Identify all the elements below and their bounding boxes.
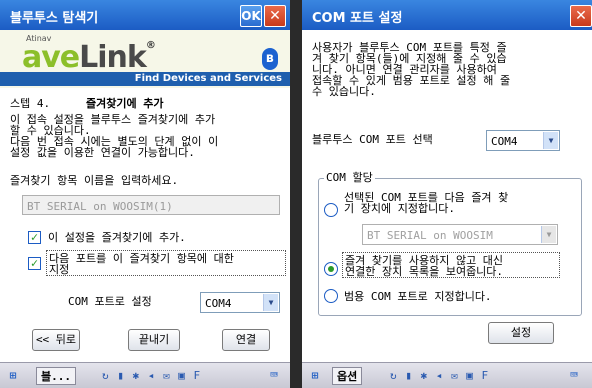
- assign-port-checkbox[interactable]: ✓: [28, 257, 41, 270]
- assign-port-label-line-2: 지정: [49, 263, 70, 276]
- connect-button[interactable]: 연결: [222, 329, 270, 351]
- assign-port-label-line-1: 다음 포트를 이 즐겨찾기 항목에 대한: [49, 252, 234, 265]
- close-button[interactable]: ✕: [570, 5, 592, 27]
- title-bar: 블루투스 탐색기 OK ✕: [0, 0, 290, 30]
- start-icon[interactable]: ⊞: [306, 367, 324, 385]
- radio-assign-favorite-line-2: 기 장치에 지정합니다.: [344, 202, 455, 215]
- banner-tagline: Find Devices and Services: [0, 72, 290, 86]
- radio-generic-port[interactable]: [324, 289, 338, 303]
- chevron-down-icon: ▼: [543, 132, 558, 149]
- radio-show-device-list-label-box: 즐겨 찾기를 사용하지 않고 대신 연결한 장치 목록을 보여줍니다.: [342, 252, 560, 278]
- radio-assign-favorite[interactable]: [324, 203, 338, 217]
- finish-button[interactable]: 끝내기: [128, 329, 180, 351]
- com-assignment-label: COM 할당: [324, 171, 375, 184]
- assign-port-label-box: 다음 포트를 이 즐겨찾기 항목에 대한 지정: [46, 250, 286, 276]
- chevron-down-icon: ▼: [541, 226, 556, 243]
- taskbar: ⊞ 옵션 ↻ ▮ ✱ ◂ ✉ ▣ F ⌨: [302, 362, 592, 388]
- port-select-dropdown[interactable]: COM4 ▼: [486, 130, 560, 151]
- title-bar: COM 포트 설정 ✕: [302, 0, 592, 30]
- name-prompt-label: 즐겨찾기 항목 이름을 입력하세요.: [10, 174, 179, 187]
- description-line-4: 설정 값을 이용한 연결이 가능합니다.: [10, 146, 195, 159]
- taskbar: ⊞ 블... ↻ ▮ ✱ ◂ ✉ ▣ F ⌨: [0, 362, 290, 388]
- step-number: 스텝 4.: [10, 97, 51, 110]
- radio-show-device-list[interactable]: [324, 262, 338, 276]
- bluetooth-icon: ʙ: [262, 48, 278, 70]
- com-port-dropdown[interactable]: COM4 ▼: [200, 292, 280, 313]
- com-port-settings-window: COM 포트 설정 ✕ 사용자가 블루투스 COM 포트를 특정 즐 겨 찾기 …: [302, 0, 592, 388]
- options-menu-button[interactable]: 옵션: [332, 367, 363, 385]
- com-port-label: COM 포트로 설정: [68, 295, 152, 308]
- ok-button[interactable]: OK: [240, 5, 262, 27]
- bluetooth-explorer-window: 블루투스 탐색기 OK ✕ Atinav aveLink® ʙ Find Dev…: [0, 0, 290, 388]
- add-favorite-checkbox[interactable]: ✓: [28, 231, 41, 244]
- keyboard-icon[interactable]: ⌨: [270, 367, 278, 385]
- start-icon[interactable]: ⊞: [4, 367, 22, 385]
- settings-button[interactable]: 설정: [488, 322, 554, 344]
- back-button[interactable]: << 뒤로: [32, 329, 80, 351]
- step-title: 즐겨찾기에 추가: [86, 97, 164, 110]
- radio-show-device-list-line-2: 연결한 장치 목록을 보여줍니다.: [345, 265, 504, 278]
- avelink-banner: Atinav aveLink® ʙ Find Devices and Servi…: [0, 30, 290, 88]
- favorite-device-dropdown[interactable]: BT SERIAL on WOOSIM ▼: [362, 224, 558, 245]
- port-select-label: 블루투스 COM 포트 선택: [312, 133, 433, 146]
- add-favorite-label: 이 설정을 즐겨찾기에 추가.: [48, 231, 186, 244]
- close-button[interactable]: ✕: [264, 5, 286, 27]
- chevron-down-icon: ▼: [263, 294, 278, 311]
- description-line-5: 수 있습니다.: [312, 85, 376, 98]
- window-title: COM 포트 설정: [312, 11, 403, 26]
- keyboard-icon[interactable]: ⌨: [570, 367, 578, 385]
- radio-selected-dot: [328, 266, 334, 272]
- system-tray-icons[interactable]: ↻ ▮ ✱ ◂ ✉ ▣ F: [390, 367, 489, 385]
- avelink-logo: aveLink®: [22, 40, 156, 75]
- system-tray-icons[interactable]: ↻ ▮ ✱ ◂ ✉ ▣ F: [102, 367, 201, 385]
- favorite-name-input[interactable]: BT SERIAL on WOOSIM(1): [22, 195, 280, 215]
- radio-generic-port-label: 범용 COM 포트로 지정합니다.: [344, 290, 492, 303]
- window-title: 블루투스 탐색기: [10, 11, 99, 26]
- screen-divider: [290, 0, 302, 388]
- taskbar-app-button[interactable]: 블...: [36, 367, 76, 385]
